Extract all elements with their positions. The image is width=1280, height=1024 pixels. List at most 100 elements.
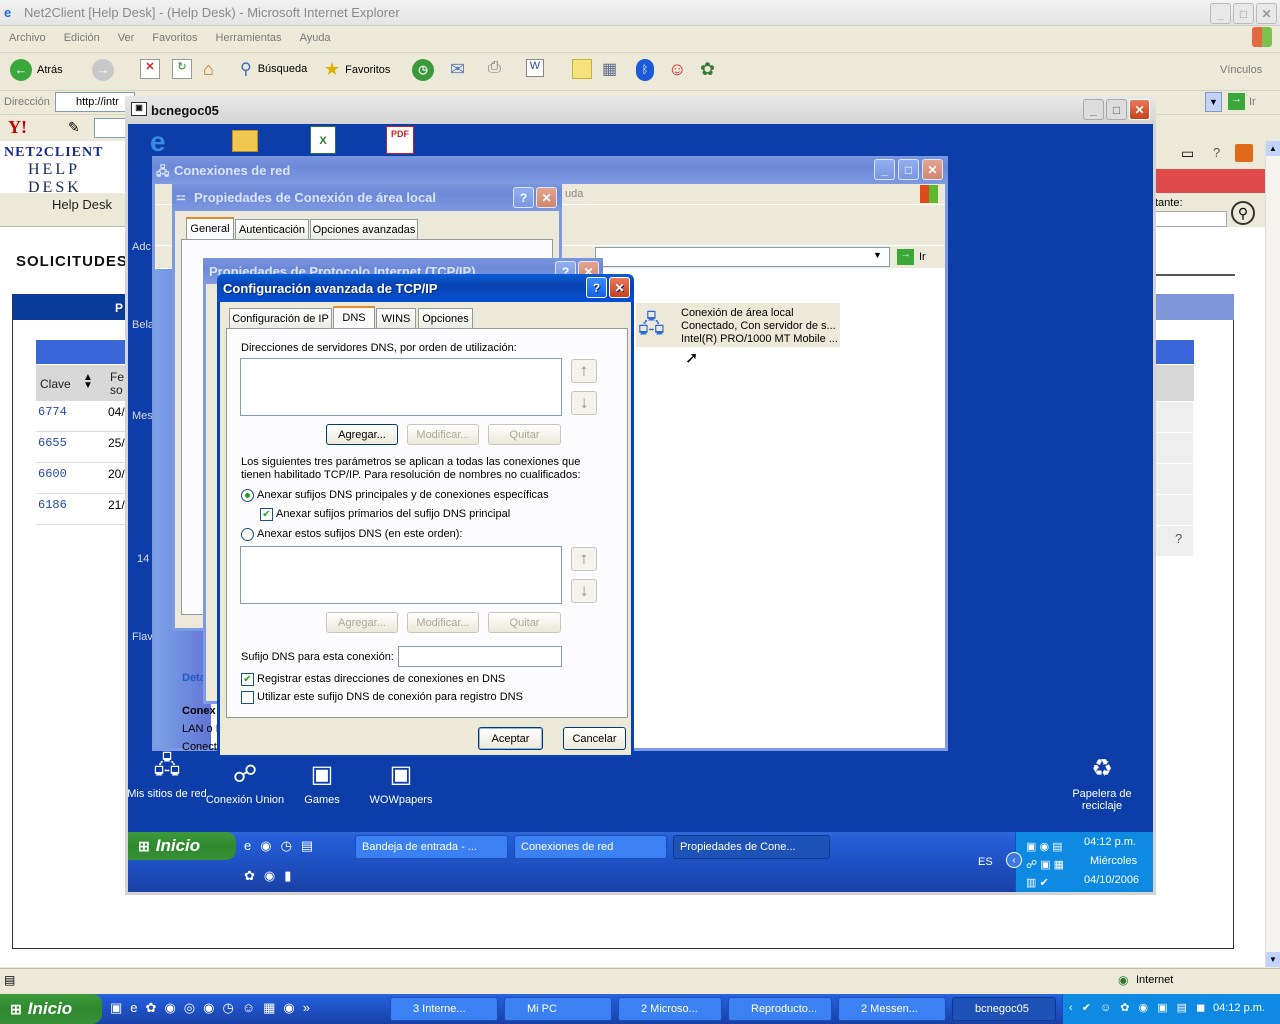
search-button[interactable]: ⚲ Búsqueda [240,59,307,79]
radio-append-these-label[interactable]: Anexar estos sufijos DNS (en este orden)… [257,528,462,540]
host-task-reproductor[interactable]: Reproducto... [728,997,832,1021]
lan-connection-item[interactable]: 🖧 Conexión de área local Conectado, Con … [636,303,840,347]
outlook-quick-icon[interactable]: ◉ [260,838,280,853]
refresh-button[interactable]: ↻ [172,59,192,79]
modify-dns-button[interactable]: Modificar... [407,424,479,445]
netconn-minimize-icon[interactable]: _ [874,159,895,180]
yahoo-quick-icon[interactable]: ☺ [242,1000,263,1015]
media-quick-icon[interactable]: ◉ [264,868,284,883]
scroll-up-icon[interactable]: ▲ [1266,141,1280,156]
tab-dns[interactable]: DNS [333,306,375,328]
tray-icons[interactable]: ▣ ◉ ▤ ☍ ▣ ▦ ▥ ✔ [1026,838,1076,892]
firefox-quick-icon[interactable]: ◉ [283,1000,302,1015]
remote-close-icon[interactable]: ✕ [1129,99,1150,120]
links-label[interactable]: Vínculos [1220,64,1262,76]
excel-desktop-icon[interactable]: X [310,126,336,154]
display-icon[interactable]: ▭ [1181,145,1194,162]
table-row[interactable]: 6600 20/ [36,464,126,494]
radio-append-primary-label[interactable]: Anexar sufijos DNS principales y de cone… [257,489,549,501]
table-row[interactable]: 6774 04/ [36,402,126,432]
check-append-parent[interactable]: ✔ [260,508,273,521]
helpdesk-search-input[interactable] [1155,211,1227,227]
address-dropdown[interactable]: ▼ [1205,92,1222,112]
more-quick-icon[interactable]: » [303,1000,318,1015]
ie-desktop-icon[interactable]: e [150,126,182,157]
host-task-microsoft[interactable]: 2 Microso... [618,997,722,1021]
lanprops-help-icon[interactable]: ? [513,187,534,208]
desktop-icon-conexion-union[interactable]: ☍ Conexión Union [205,758,285,807]
menu-ayuda[interactable]: Ayuda [300,32,331,44]
lanprops-close-icon[interactable]: ✕ [536,187,557,208]
tab-opciones-avanzadas[interactable]: Opciones avanzadas [310,219,418,239]
netconn-address-input[interactable] [595,247,890,267]
remote-task-propiedades[interactable]: Propiedades de Cone... [673,835,830,859]
outlook-quick-icon[interactable]: ◉ [203,1000,222,1015]
edit-button[interactable]: W [526,59,544,77]
dns-server-list[interactable] [240,358,562,416]
check-append-parent-label[interactable]: Anexar sufijos primarios del sufijo DNS … [276,508,510,520]
print-button[interactable]: ⎙ [488,59,501,77]
ie-quick-icon[interactable]: e [130,1000,145,1015]
remote-task-conexiones[interactable]: Conexiones de red [514,835,667,859]
add-suffix-button[interactable]: Agregar... [326,612,398,633]
close-icon[interactable]: ✕ [1256,3,1277,24]
ie-scrollbar[interactable]: ▲ ▼ [1265,141,1280,967]
menu-edicion[interactable]: Edición [64,32,100,44]
exit-icon[interactable] [1235,144,1253,162]
host-task-bcnegoc05[interactable]: bcnegoc05 [952,997,1056,1021]
media-quick-icon[interactable]: ◉ [164,1000,183,1015]
paint-quick-icon[interactable]: ▦ [263,1000,283,1015]
folder-desktop-icon[interactable] [232,130,258,152]
clock-quick-icon[interactable]: ◷ [222,1000,241,1015]
modify-suffix-button[interactable]: Modificar... [407,612,479,633]
remote-minimize-icon[interactable]: _ [1083,99,1104,120]
history-button[interactable]: ◷ [412,59,434,81]
netconn-close-icon[interactable]: ✕ [922,159,943,180]
remove-suffix-button[interactable]: Quitar [488,612,561,633]
suffix-up-button[interactable]: ⭡ [571,547,597,571]
check-use-suffix-label[interactable]: Utilizar este sufijo DNS de conexión par… [257,691,523,703]
suffix-list[interactable] [240,546,562,604]
tray-icons[interactable]: ‹ ✔ ☺ ✿ ◉ ▣ ▤ ◼ [1069,1001,1208,1014]
desktop-icon-recycle-bin[interactable]: ♻ Papelera de reciclaje [1062,752,1142,813]
tray-expand-icon[interactable]: ‹ [1006,852,1022,868]
stop-button[interactable]: ✕ [140,59,160,79]
desktop-icon-mis-sitios[interactable]: 🖧 Mis sitios de red [127,752,207,801]
minimize-icon[interactable]: _ [1210,3,1231,24]
pdf-desktop-icon[interactable]: PDF [386,126,414,154]
go-button[interactable]: → Ir [1228,93,1256,110]
help-small-icon[interactable]: ? [1175,531,1182,546]
desktop-icon-games[interactable]: ▣ Games [282,758,362,807]
table-row[interactable]: 6655 25/ [36,433,126,463]
clock-quick-icon[interactable]: ◷ [281,838,301,853]
remote-task-bandeja[interactable]: Bandeja de entrada - ... [355,835,508,859]
mail-button[interactable]: ✉ [450,59,465,80]
move-up-button[interactable]: ⭡ [571,359,597,383]
table-row[interactable]: 6186 21/ [36,495,126,525]
ie-quick-icon[interactable]: e [244,838,260,853]
maximize-icon[interactable]: □ [1233,3,1254,24]
sort-icon[interactable]: ▲ ▼ [83,373,93,391]
tab-wins[interactable]: WINS [376,308,416,328]
suffix-down-button[interactable]: ⭣ [571,579,597,603]
host-task-messenger[interactable]: 2 Messen... [838,997,946,1021]
adv-help-icon[interactable]: ? [586,277,607,298]
magnifier-icon[interactable]: ⚲ [1231,201,1255,225]
scroll-down-icon[interactable]: ▼ [1266,952,1280,967]
address-input[interactable]: http://intr [55,92,135,112]
tab-general[interactable]: General [186,217,234,239]
tab-configuracion-ip[interactable]: Configuración de IP [229,308,332,328]
menu-herramientas[interactable]: Herramientas [216,32,282,44]
pencil-icon[interactable]: ✎ [68,119,80,136]
bluetooth-button[interactable]: ᛒ [636,59,654,81]
desktop-quick-icon[interactable]: ▣ [110,1000,130,1015]
msn-quick-icon[interactable]: ✿ [146,1000,165,1015]
tab-autenticacion[interactable]: Autenticación [235,219,309,239]
msn-button[interactable]: ✿ [700,59,715,80]
remote-lang-indicator[interactable]: ES [978,856,993,868]
messenger-button[interactable]: ☺ [668,59,686,80]
home-button[interactable]: ⌂ [203,59,214,80]
col-fecha[interactable]: Fe so [110,371,126,397]
notes-button[interactable] [572,59,592,79]
host-start-button[interactable]: ⊞ Inicio [0,994,102,1024]
